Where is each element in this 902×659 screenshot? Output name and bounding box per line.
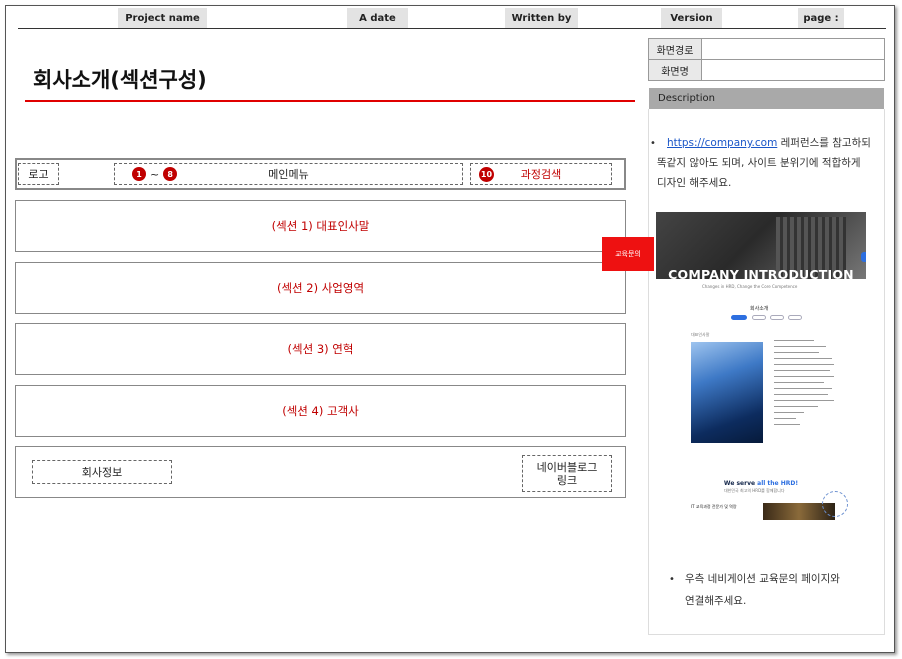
bullet-icon: • — [650, 138, 656, 149]
reference-tab — [752, 315, 766, 320]
description-line-3: 디자인 해주세요. — [657, 177, 732, 189]
reference-section-label: 대표인사말 — [691, 332, 710, 337]
main-menu-placeholder[interactable]: 1 ~ 8 메인메뉴 — [114, 163, 463, 185]
course-search-label: 과정검색 — [520, 168, 562, 181]
reference-link[interactable]: https://company.com — [667, 137, 777, 149]
header-a-date: A date — [347, 8, 408, 28]
reference-building-photo — [691, 342, 763, 443]
reference-serve-title: We serve all the HRD! — [723, 480, 799, 487]
description-line-2: 똑같지 않아도 되며, 사이트 분위기에 적합하게 — [657, 157, 861, 169]
header-divider — [18, 28, 886, 29]
company-info-placeholder: 회사정보 — [32, 460, 172, 484]
reference-tab — [770, 315, 784, 320]
reference-tab — [788, 315, 802, 320]
note-line-1: 우측 네비게이션 교육문의 페이지와 — [685, 573, 840, 585]
reference-tab-active — [731, 315, 747, 320]
menu-range-marker: 1 ~ 8 — [132, 167, 178, 181]
reference-hero-sub: Changes in HRD, Change the Core Competen… — [702, 284, 798, 289]
header-written-by: Written by — [505, 8, 578, 28]
screen-name-value — [701, 59, 885, 81]
bullet-icon: • — [669, 574, 675, 585]
course-search-placeholder[interactable]: 10 과정검색 — [470, 163, 612, 185]
note-line-2: 연결해주세요. — [685, 595, 747, 607]
logo-placeholder[interactable]: 로고 — [18, 163, 59, 185]
naver-blog-label-2: 링크 — [556, 473, 578, 487]
reference-screenshot: COMPANY INTRODUCTION Changes in HRD, Cha… — [656, 212, 866, 520]
reference-page-heading: 회사소개 — [750, 306, 769, 312]
section-2-business: (섹션 2) 사업영역 — [15, 262, 626, 314]
number-badge-8: 8 — [163, 167, 178, 181]
description-heading: Description — [649, 88, 884, 109]
section-3-history: (섹션 3) 연혁 — [15, 323, 626, 375]
section-1-greeting: (섹션 1) 대표인사말 — [15, 200, 626, 252]
range-tilde: ~ — [150, 167, 160, 181]
naver-blog-label-1: 네이버블로그 — [536, 460, 598, 474]
number-badge-10: 10 — [479, 167, 494, 182]
main-menu-label: 메인메뉴 — [268, 168, 309, 181]
description-line-1: https://company.com 레퍼런스를 참고하되 — [667, 137, 871, 149]
reference-scroll-dot — [861, 252, 866, 262]
screen-path-label: 화면경로 — [648, 38, 702, 60]
naver-blog-link-placeholder[interactable]: 네이버블로그 링크 — [522, 455, 612, 492]
inquiry-floating-button[interactable]: 교육문의 — [602, 237, 654, 271]
header-version: Version — [661, 8, 722, 28]
page-title: 회사소개(섹션구성) — [33, 68, 207, 92]
screen-name-label: 화면명 — [648, 59, 702, 81]
header-project-name: Project name — [118, 8, 207, 28]
reference-bottom-label: IT 교육과정 전문가 및 역량 — [691, 504, 737, 509]
header-page: page : — [798, 8, 844, 28]
reference-serve-sub: 대한민국 최고의 HRD를 함께합니다 — [724, 488, 785, 493]
screen-info-table: 화면경로 화면명 — [648, 38, 885, 81]
number-badge-1: 1 — [132, 167, 146, 181]
section-4-clients: (섹션 4) 고객사 — [15, 385, 626, 437]
reference-text-lines — [774, 340, 834, 430]
reference-rotating-badge — [822, 491, 848, 517]
screen-path-value — [701, 38, 885, 60]
reference-hero-title: COMPANY INTRODUCTION — [668, 267, 854, 282]
title-underline — [25, 100, 635, 102]
